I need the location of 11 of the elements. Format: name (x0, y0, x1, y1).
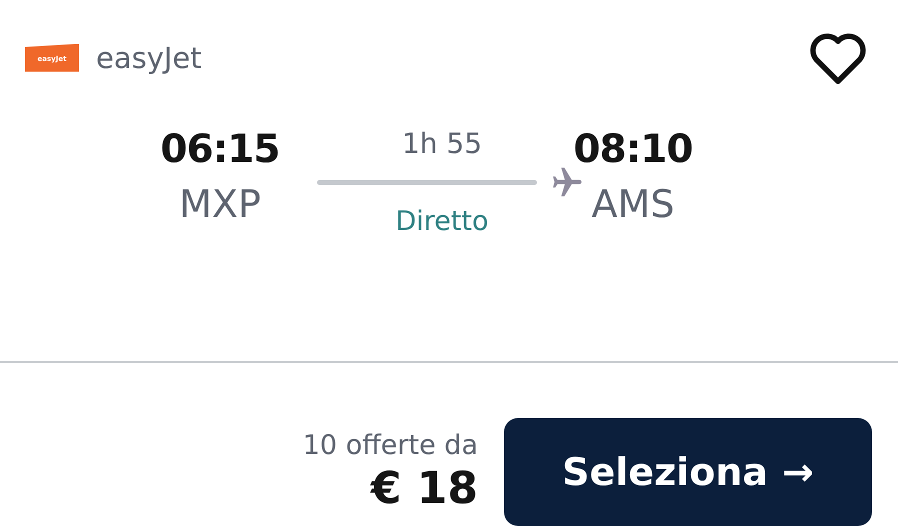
arrival-airport: AMS (592, 182, 674, 226)
flight-duration: 1h 55 (402, 127, 482, 160)
price: € 18 (370, 463, 478, 514)
departure-airport: MXP (179, 182, 261, 226)
arrival-time: 08:10 (573, 127, 693, 172)
select-button[interactable]: Seleziona → (504, 418, 872, 526)
departure-time: 06:15 (160, 127, 280, 172)
offers-count: 10 offerte da (302, 430, 478, 461)
airline-name: easyJet (96, 40, 202, 75)
stops-label: Diretto (395, 206, 489, 238)
heart-icon[interactable] (808, 30, 868, 85)
